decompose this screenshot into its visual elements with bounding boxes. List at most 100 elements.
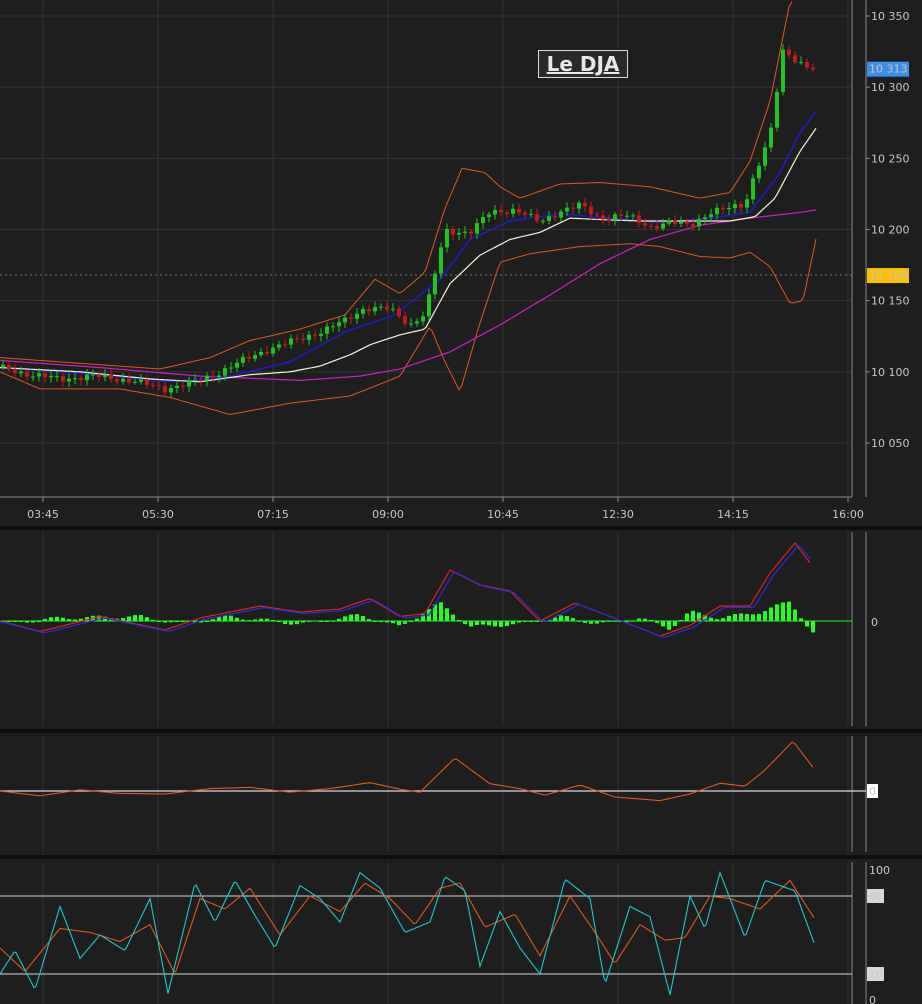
candle-body	[649, 225, 653, 227]
macd-histogram-bar	[451, 614, 455, 621]
candle-body	[547, 216, 551, 221]
macd-histogram-bar	[571, 618, 575, 621]
candle-body	[49, 376, 53, 378]
macd-histogram-bar	[535, 621, 539, 622]
macd-histogram-bar	[493, 621, 497, 627]
candle-body	[187, 380, 191, 387]
macd-histogram-bar	[247, 620, 251, 622]
time-tick-label: 12:30	[602, 508, 634, 521]
candle-body	[73, 378, 77, 380]
candle-body	[667, 220, 671, 224]
macd-histogram-bar	[787, 601, 791, 621]
macd-histogram-bar	[139, 614, 143, 621]
candle-body	[565, 207, 569, 212]
macd-histogram-bar	[799, 618, 803, 621]
macd-histogram-bar	[265, 618, 269, 621]
candle-body	[799, 62, 803, 64]
macd-histogram-bar	[73, 619, 77, 621]
moving-average-fast	[0, 110, 817, 383]
macd-histogram-bar	[301, 621, 305, 623]
macd-histogram-bar	[811, 621, 815, 633]
macd-histogram-bar	[637, 618, 641, 621]
macd-histogram-bar	[235, 617, 239, 621]
macd-histogram-bar	[631, 620, 635, 622]
macd-histogram-bar	[25, 621, 29, 623]
macd-histogram-bar	[37, 621, 41, 622]
candle-body	[709, 214, 713, 218]
macd-histogram-bar	[205, 621, 209, 622]
macd-histogram-bar	[445, 608, 449, 621]
candle-body	[157, 385, 161, 387]
macd-histogram-bar	[751, 614, 755, 621]
candle-body	[265, 351, 269, 354]
candle-body	[469, 231, 473, 234]
macd-histogram-bar	[361, 615, 365, 621]
macd-histogram-bar	[61, 617, 65, 621]
candle-body	[619, 214, 623, 216]
candle-body	[343, 317, 347, 323]
candle-body	[1, 364, 5, 368]
macd-histogram-bar	[259, 618, 263, 621]
macd-histogram-bar	[253, 619, 257, 621]
panel-separator	[0, 729, 922, 733]
candle-body	[307, 334, 311, 340]
candle-body	[463, 231, 467, 233]
candle-body	[151, 384, 155, 386]
candle-body	[493, 209, 497, 215]
bollinger-lower	[0, 238, 817, 415]
candle-body	[451, 228, 455, 235]
candle-body	[349, 317, 353, 319]
candle-body	[205, 375, 209, 381]
macd-histogram-bar	[499, 621, 503, 627]
candle-body	[589, 206, 593, 215]
macd-histogram-bar	[409, 621, 413, 622]
candle-body	[409, 323, 413, 325]
candle-body	[685, 221, 689, 224]
macd-histogram-bar	[529, 621, 533, 622]
candle-body	[715, 207, 719, 215]
panel-separator	[0, 855, 922, 859]
candle-body	[415, 321, 419, 324]
macd-histogram-bar	[343, 616, 347, 621]
macd-histogram-bar	[307, 620, 311, 622]
macd-histogram-bar	[481, 621, 485, 625]
candle-body	[253, 355, 257, 359]
candle-body	[109, 374, 113, 380]
macd-histogram-bar	[277, 621, 281, 623]
macd-histogram-bar	[349, 614, 353, 621]
price-tick-label: 10 100	[871, 366, 910, 379]
candle-body	[559, 211, 563, 218]
last-price-tag: 10 313	[869, 63, 908, 76]
candle-body	[523, 212, 527, 215]
stoch-tick-label: 100	[869, 864, 890, 877]
candle-body	[427, 294, 431, 317]
macd-histogram-bar	[211, 619, 215, 621]
macd-histogram-bar	[781, 602, 785, 621]
macd-histogram-bar	[337, 618, 341, 621]
ref-price-tag: 10 168	[869, 269, 908, 282]
candle-body	[217, 375, 221, 378]
candle-body	[199, 380, 203, 382]
macd-histogram-bar	[223, 615, 227, 621]
candle-body	[697, 219, 701, 227]
candle-body	[289, 338, 293, 345]
candle-body	[385, 306, 389, 310]
macd-histogram-bar	[127, 616, 131, 621]
macd-histogram-bar	[241, 619, 245, 621]
candle-body	[55, 376, 59, 378]
macd-histogram-bar	[523, 621, 527, 622]
macd-histogram-bar	[397, 621, 401, 626]
candle-body	[337, 322, 341, 327]
macd-histogram-bar	[739, 613, 743, 621]
macd-histogram-bar	[769, 607, 773, 621]
candle-body	[37, 373, 41, 377]
macd-histogram-bar	[793, 609, 797, 621]
macd-histogram-bar	[313, 620, 317, 622]
candle-body	[793, 55, 797, 63]
candle-body	[445, 228, 449, 248]
macd-histogram-bar	[463, 621, 467, 625]
macd-histogram-bar	[565, 616, 569, 621]
candle-body	[163, 386, 167, 393]
macd-histogram-bar	[331, 620, 335, 622]
macd-histogram-bar	[601, 621, 605, 623]
